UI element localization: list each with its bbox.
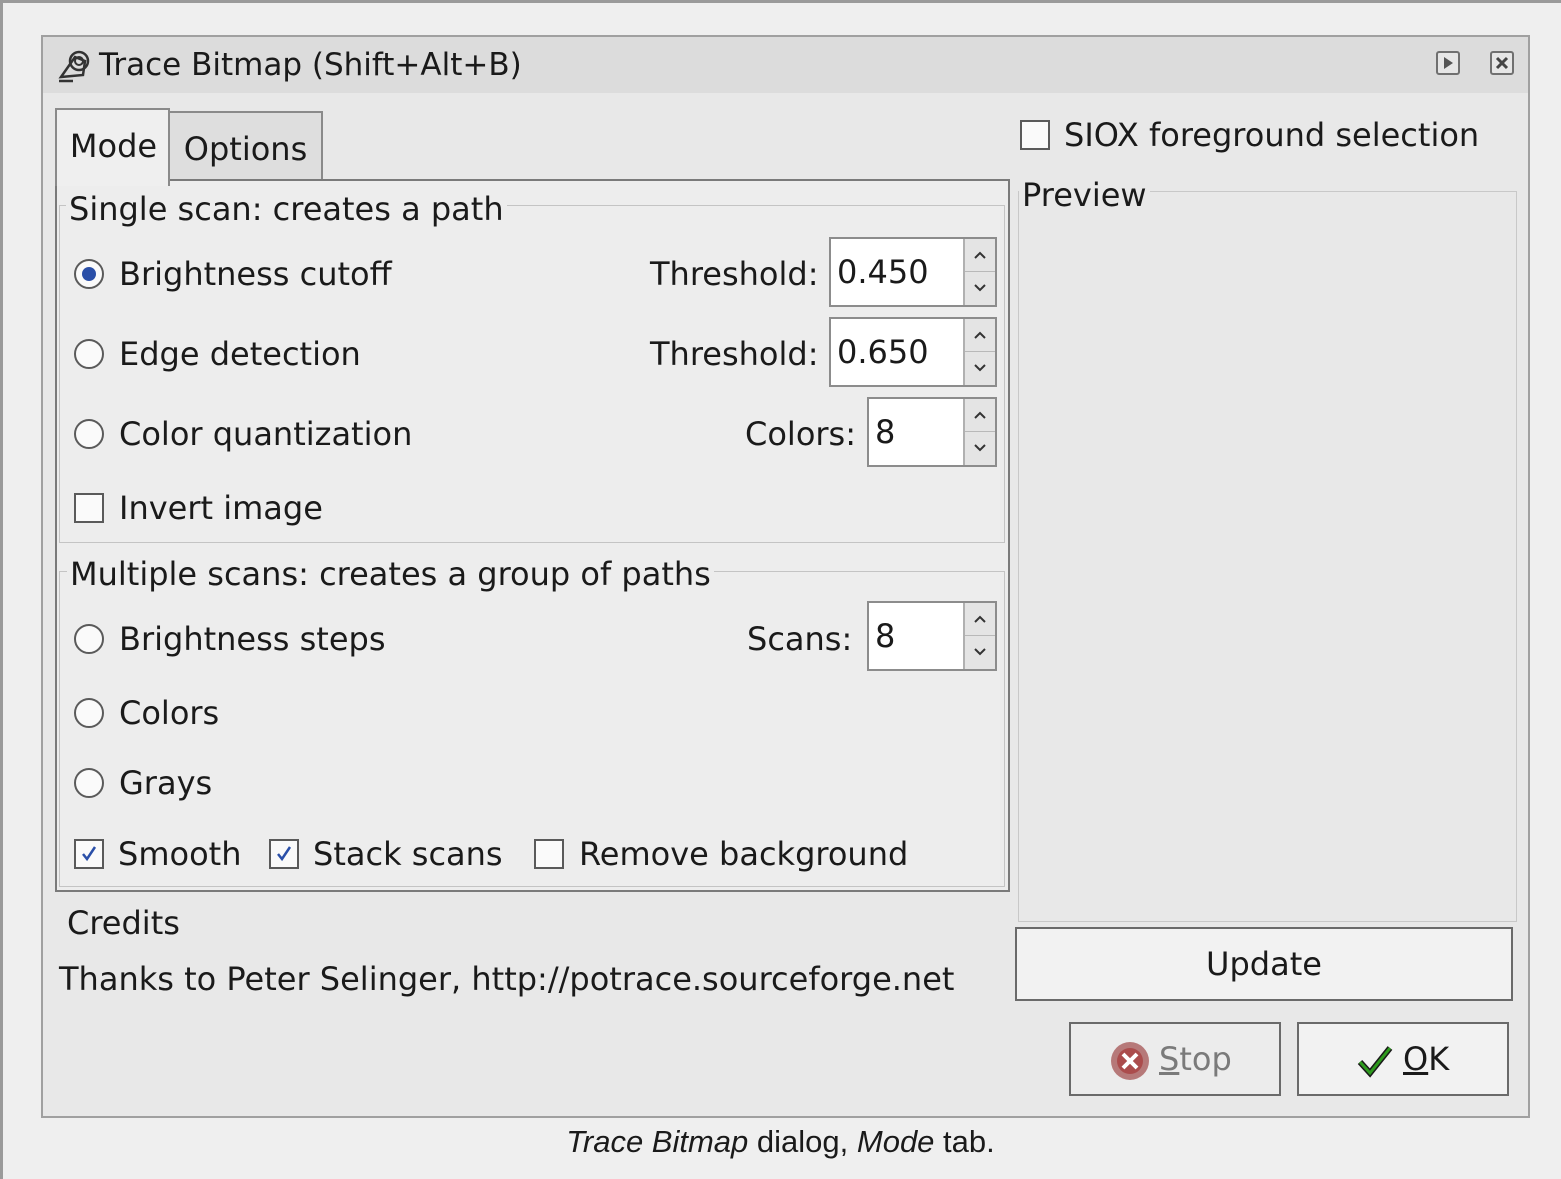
ok-mnemonic: O [1403,1040,1429,1078]
smooth-label: Smooth [118,835,242,873]
chevron-down-icon [974,364,986,372]
brightness-threshold-value: 0.450 [837,253,929,291]
stop-mnemonic: S [1159,1040,1180,1078]
spin-down-button[interactable] [965,272,995,305]
spin-up-button[interactable] [965,399,995,432]
smooth-checkbox[interactable] [74,839,104,869]
spin-arrows [963,603,995,669]
scans-count-value: 8 [875,617,896,655]
scans-count-spinbox[interactable]: 8 [867,601,997,671]
scans-count-label: Scans: [747,620,853,658]
spin-arrows [963,399,995,465]
colors-label: Colors [119,694,220,732]
tab-options[interactable]: Options [168,111,323,181]
figure-caption: Trace Bitmap dialog, Mode tab. [0,1122,1561,1162]
tab-mode-label: Mode [69,127,158,165]
checkmark-icon [1357,1046,1393,1078]
chevron-down-icon [974,444,986,452]
play-icon [1444,57,1453,69]
ok-button[interactable]: OK [1297,1022,1509,1096]
spin-up-button[interactable] [965,603,995,636]
dialog-titlebar[interactable]: Trace Bitmap (Shift+Alt+B) [43,37,1528,93]
grays-label: Grays [119,764,213,802]
colors-radio[interactable] [74,698,104,728]
brightness-steps-radio[interactable] [74,624,104,654]
chevron-up-icon [974,411,986,419]
edge-threshold-spinbox[interactable]: 0.650 [829,317,997,387]
color-quantization-radio[interactable] [74,419,104,449]
brightness-threshold-spinbox[interactable]: 0.450 [829,237,997,307]
spin-arrows [963,319,995,385]
edge-threshold-label: Threshold: [650,335,819,373]
caption-tab-name: Mode [856,1124,935,1159]
mode-tab-panel: Single scan: creates a path Brightness c… [55,179,1010,892]
spin-up-button[interactable] [965,319,995,352]
preview-frame [1018,191,1517,922]
credits-text: Thanks to Peter Selinger, http://potrace… [59,960,955,998]
preview-legend: Preview [1019,175,1150,215]
chevron-down-icon [974,648,986,656]
invert-image-label: Invert image [119,489,323,527]
chevron-up-icon [974,251,986,259]
chevron-up-icon [974,331,986,339]
caption-text-2: tab. [934,1124,995,1159]
chevron-up-icon [974,615,986,623]
siox-checkbox[interactable] [1020,120,1050,150]
spin-down-button[interactable] [965,636,995,669]
stop-label-rest: top [1179,1040,1232,1078]
color-quantization-label: Color quantization [119,415,413,453]
stack-scans-checkbox[interactable] [269,839,299,869]
trace-bitmap-icon [58,50,90,83]
spin-arrows [963,239,995,305]
invert-image-checkbox[interactable] [74,493,104,523]
edge-detection-label: Edge detection [119,335,361,373]
spin-down-button[interactable] [965,432,995,465]
credits-heading: Credits [67,904,180,942]
colors-count-label: Colors: [745,415,856,453]
brightness-cutoff-radio[interactable] [74,259,104,289]
remove-background-checkbox[interactable] [534,839,564,869]
checkmark-icon [82,846,97,862]
brightness-threshold-label: Threshold: [650,255,819,293]
tab-options-label: Options [183,130,308,168]
stop-button[interactable]: Stop [1069,1022,1281,1096]
caption-dialog-name: Trace Bitmap [566,1124,749,1159]
grays-radio[interactable] [74,768,104,798]
colors-count-spinbox[interactable]: 8 [867,397,997,467]
brightness-cutoff-label: Brightness cutoff [119,255,392,293]
spin-up-button[interactable] [965,239,995,272]
siox-label: SIOX foreground selection [1064,116,1480,154]
brightness-steps-label: Brightness steps [119,620,386,658]
multiple-scans-legend: Multiple scans: creates a group of paths [67,554,714,594]
dialog-title: Trace Bitmap (Shift+Alt+B) [99,47,522,83]
trace-bitmap-dialog: Trace Bitmap (Shift+Alt+B) Mode Options … [41,35,1530,1118]
ok-label-rest: K [1428,1040,1450,1078]
single-scan-legend: Single scan: creates a path [66,189,507,229]
chevron-down-icon [974,284,986,292]
edge-detection-radio[interactable] [74,339,104,369]
checkmark-icon [277,846,292,862]
dock-button[interactable] [1436,51,1460,75]
stop-button-label: Stop [1159,1039,1232,1079]
close-button[interactable] [1490,51,1514,75]
update-button[interactable]: Update [1015,927,1513,1001]
remove-background-label: Remove background [579,835,909,873]
caption-text-1: dialog, [748,1124,857,1159]
edge-threshold-value: 0.650 [837,333,929,371]
tab-mode[interactable]: Mode [55,108,170,186]
ok-button-label: OK [1403,1039,1449,1079]
update-button-label: Update [1206,945,1322,983]
stop-icon [1111,1042,1149,1080]
spin-down-button[interactable] [965,352,995,385]
close-icon [1495,56,1509,70]
colors-count-value: 8 [875,413,896,451]
stack-scans-label: Stack scans [313,835,503,873]
